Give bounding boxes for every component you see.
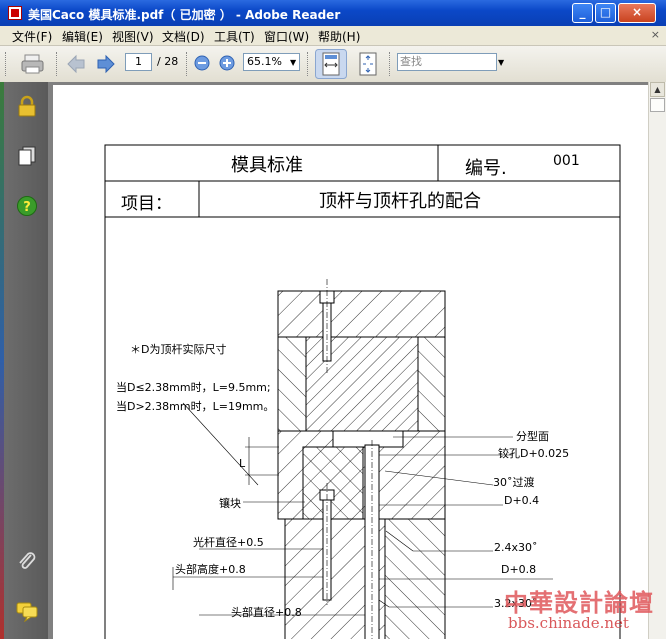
close-button[interactable]: × [618,3,656,23]
print-icon[interactable] [20,53,46,75]
next-page-icon[interactable] [96,54,116,74]
find-input[interactable]: 查找 [397,53,497,71]
label-transition: 30˚过渡 [493,476,535,489]
label-head-height: 头部高度+0.8 [175,563,246,576]
ejector-pin-drawing [172,279,553,639]
menu-bar: 文件(F) 编辑(E) 视图(V) 文档(D) 工具(T) 窗口(W) 帮助(H… [0,26,666,46]
fit-page-icon[interactable] [356,51,380,77]
menu-view[interactable]: 视图(V) [112,28,154,45]
document-view[interactable]: 模具标准 编号. 001 项目： 顶杆与顶杆孔的配合 ＊D为顶杆实际尺寸 当D≤… [48,82,648,639]
toolbar-grip[interactable] [389,52,393,76]
label-head-diameter: 头部直径+0.8 [231,606,302,619]
pdf-app-icon [8,6,22,20]
toolbar-grip[interactable] [56,52,60,76]
help-icon[interactable]: ? [16,195,38,217]
label-insert: 镶块 [219,497,241,510]
note-small-d: 当D≤2.38mm时，L=9.5mm; [116,381,271,394]
page-total: / 28 [157,55,179,68]
label-shank-diameter: 光杆直径+0.5 [193,536,264,549]
zoom-in-icon[interactable] [219,55,235,71]
minimize-button[interactable]: _ [572,3,593,23]
label-d-plus-04: D+0.4 [504,494,540,507]
chevron-down-icon[interactable]: ▼ [498,58,504,67]
fit-width-icon[interactable] [315,49,347,79]
scroll-up-arrow-icon[interactable]: ▲ [650,82,665,97]
menu-tools[interactable]: 工具(T) [214,28,255,45]
scroll-thumb[interactable] [650,98,665,112]
toolbar-grip[interactable] [186,52,190,76]
maximize-button[interactable]: □ [595,3,616,23]
mdi-close-icon[interactable]: × [651,28,660,41]
label-reamed-hole: 铰孔D+0.025 [498,447,570,460]
pages-icon[interactable] [16,145,38,167]
title-bar: 美国Caco 模具标准.pdf（ 已加密 ） - Adobe Reader _ … [0,0,666,26]
note-d-definition: ＊D为顶杆实际尺寸 [130,343,227,356]
menu-window[interactable]: 窗口(W) [264,28,309,45]
note-large-d: 当D>2.38mm时，L=19mm。 [116,400,275,413]
menu-document[interactable]: 文档(D) [162,28,205,45]
previous-page-icon[interactable] [66,54,86,74]
comment-icon[interactable] [16,600,38,622]
toolbar-grip[interactable] [5,52,9,76]
zoom-out-icon[interactable] [194,55,210,71]
lock-icon[interactable] [16,95,38,117]
page-number-input[interactable]: 1 [125,53,152,71]
toolbar-grip[interactable] [307,52,311,76]
chevron-down-icon[interactable]: ▼ [290,58,296,67]
label-chamfer-24: 2.4x30˚ [494,541,538,554]
label-parting-surface: 分型面 [516,430,549,443]
menu-file[interactable]: 文件(F) [12,28,52,45]
watermark-url: bbs.chinade.net [508,614,629,632]
window-title: 美国Caco 模具标准.pdf（ 已加密 ） - Adobe Reader [28,8,341,22]
menu-help[interactable]: 帮助(H) [318,28,360,45]
navigation-panel: ? [4,82,49,639]
toolbar: 1 / 28 65.1% ▼ 查找 ▼ [0,46,666,83]
watermark-chinese: 中華設計論壇 [504,589,654,617]
vertical-scrollbar[interactable]: ▲ [648,82,666,639]
menu-edit[interactable]: 编辑(E) [62,28,103,45]
pdf-page: 模具标准 编号. 001 项目： 顶杆与顶杆孔的配合 ＊D为顶杆实际尺寸 当D≤… [53,85,648,639]
label-l: L [239,457,246,470]
label-d-plus-08: D+0.8 [501,563,537,576]
attachment-icon[interactable] [16,550,38,572]
forum-watermark: 中華設計論壇 bbs.chinade.net [504,583,662,635]
svg-text:?: ? [23,200,31,215]
